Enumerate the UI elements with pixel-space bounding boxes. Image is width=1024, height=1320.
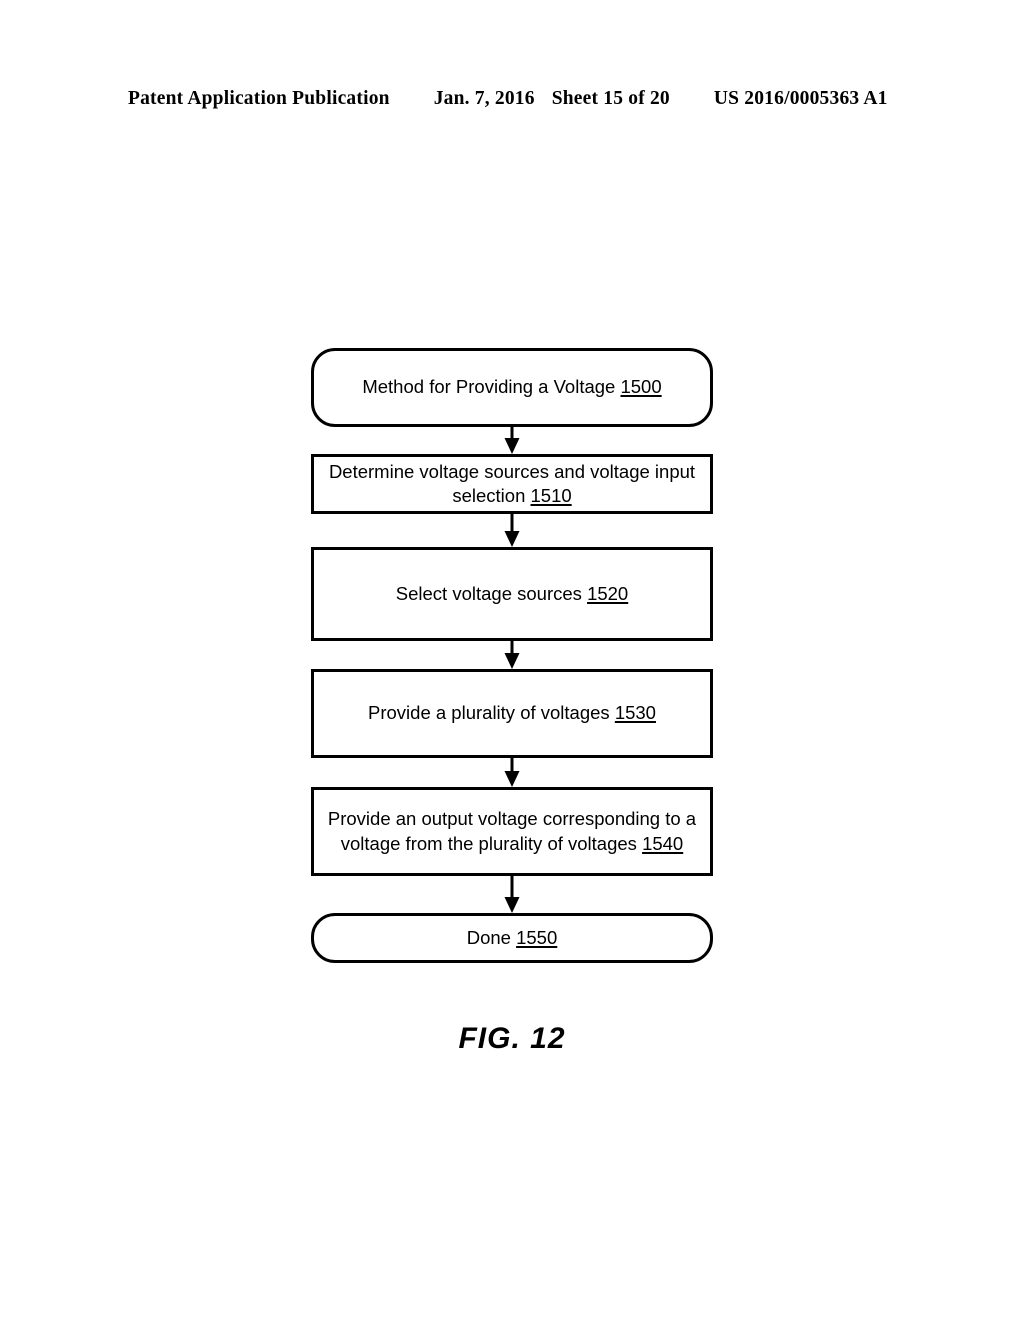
reference-numeral: 1550 <box>516 926 558 948</box>
flowchart-node-select-sources: Select voltage sources 1520 <box>311 547 713 641</box>
flowchart-node-label: Select voltage sources 1520 <box>395 582 629 604</box>
flowchart-node-label: Done 1550 <box>466 926 558 948</box>
flowchart-node-provide-plurality: Provide a plurality of voltages 1530 <box>311 669 713 758</box>
figure-caption: FIG. 12 <box>458 1022 566 1055</box>
reference-numeral: 1500 <box>620 376 662 398</box>
flowchart-node-label: Determine voltage sources and voltage in… <box>328 460 696 506</box>
flowchart-node-label: Provide an output voltage corresponding … <box>327 808 697 854</box>
flowchart-node-label: Provide a plurality of voltages 1530 <box>368 702 656 724</box>
flowchart-node-label: Method for Providing a Voltage 1500 <box>362 376 662 398</box>
flowchart-arrow-down-icon <box>501 641 523 669</box>
reference-numeral: 1510 <box>530 485 572 506</box>
flowchart-node-method-start: Method for Providing a Voltage 1500 <box>311 348 713 427</box>
flowchart-arrow-down-icon <box>501 876 523 913</box>
flowchart-node-done: Done 1550 <box>311 913 713 963</box>
flowchart-arrow-down-icon <box>501 427 523 454</box>
header-sheet-label: Sheet 15 of 20 <box>551 88 670 109</box>
flowchart-node-determine-sources: Determine voltage sources and voltage in… <box>311 454 713 514</box>
header-document-number: US 2016/0005363 A1 <box>713 88 888 109</box>
flowchart-arrow-down-icon <box>501 758 523 787</box>
reference-numeral: 1520 <box>587 582 629 604</box>
header-publication-label: Patent Application Publication <box>128 88 390 109</box>
reference-numeral: 1540 <box>642 832 684 854</box>
flowchart-node-provide-output: Provide an output voltage corresponding … <box>311 787 713 876</box>
flowchart-arrow-down-icon <box>501 514 523 547</box>
flowchart-diagram: Method for Providing a Voltage 1500 Dete… <box>311 348 713 963</box>
page-header: Patent Application Publication Jan. 7, 2… <box>128 88 888 114</box>
header-date-label: Jan. 7, 2016 <box>433 88 535 109</box>
reference-numeral: 1530 <box>614 702 656 724</box>
